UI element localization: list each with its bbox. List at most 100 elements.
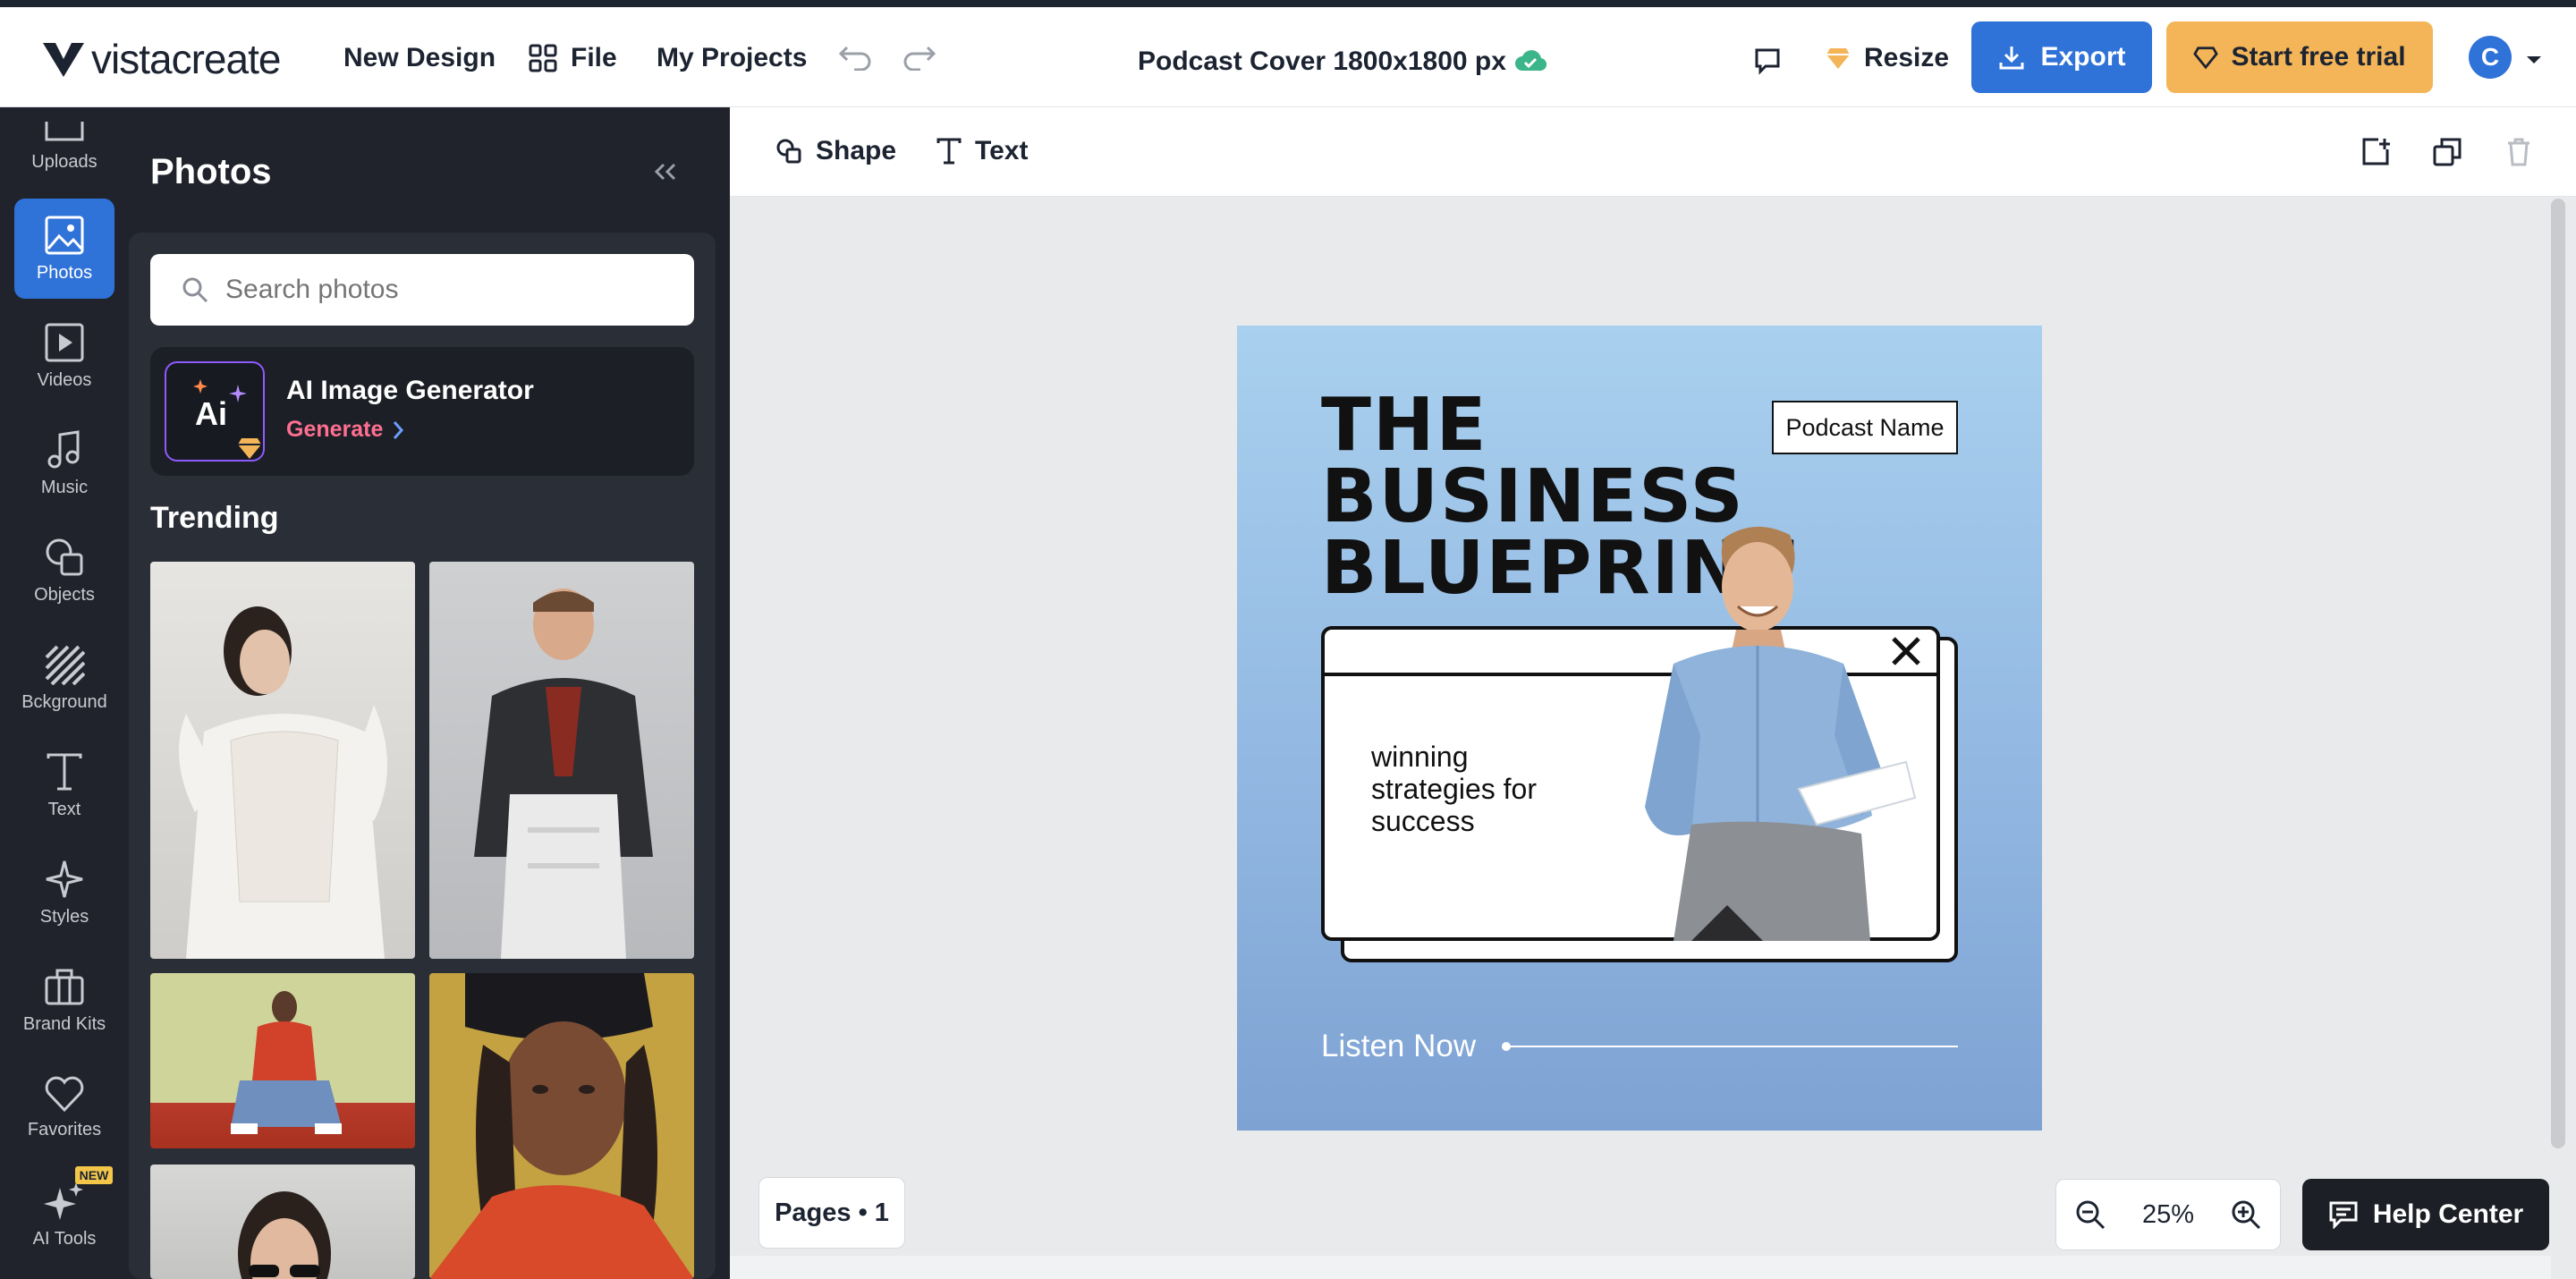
ai-generator-icon: Ai [165,361,265,462]
rail-label: Videos [37,369,92,390]
rail-item-uploads[interactable]: Uploads [14,95,114,195]
video-icon [45,323,84,361]
account-menu-button[interactable] [2521,47,2547,73]
rail-label: Text [47,799,81,819]
trending-heading: Trending [150,501,279,535]
listen-divider-line [1505,1046,1958,1047]
resize-button[interactable]: Resize [1825,43,1949,73]
new-design-label: New Design [343,43,496,72]
text-tool-button[interactable]: Text [936,136,1028,166]
trash-icon [2508,138,2529,166]
photo-thumbnail[interactable] [150,1165,415,1279]
rail-label: Favorites [27,1119,102,1139]
generate-link[interactable]: Generate [286,417,404,443]
rail-label: Styles [39,906,89,927]
woman-white-corset-photo [179,606,387,959]
rail-item-styles[interactable]: Styles [14,843,114,943]
comments-button[interactable] [1748,41,1787,80]
logo-text: vistacreate [91,36,281,82]
generate-label: Generate [286,417,384,442]
search-icon [182,277,208,303]
design-canvas[interactable]: THE BUSINESS BLUEPRINT Podcast Name winn… [1237,326,2042,1131]
redo-button[interactable] [900,38,939,77]
double-chevron-left-icon [654,163,676,181]
resize-label: Resize [1864,43,1950,72]
man-dark-suit-photo [474,589,653,959]
styles-icon [46,860,83,897]
window-top-stripe [0,0,2576,7]
comment-icon [1755,48,1780,75]
rail-item-videos[interactable]: Videos [14,306,114,406]
duplicate-icon [2433,138,2462,166]
listen-now-text[interactable]: Listen Now [1321,1029,1476,1064]
undo-icon [838,46,871,71]
saved-cloud-icon [1513,43,1547,77]
help-center-label: Help Center [2372,1199,2524,1229]
start-free-trial-button[interactable]: Start free trial [2166,21,2433,93]
photo-thumbnail[interactable] [429,973,694,1279]
search-box[interactable] [150,254,694,326]
photo-thumbnail[interactable] [150,562,415,959]
add-page-icon [2362,138,2390,165]
tagline-line: winning [1371,741,1469,773]
podcast-name-box[interactable]: Podcast Name [1772,401,1958,454]
chat-icon [2329,1201,2358,1229]
user-avatar[interactable]: C [2469,36,2512,79]
music-icon [47,429,80,468]
vistacreate-logo[interactable]: vistacreate [41,34,281,84]
chevron-down-icon [2527,56,2541,64]
add-page-button[interactable] [2356,132,2395,172]
photo-thumbnail[interactable] [150,973,415,1148]
pages-button[interactable]: Pages • 1 [758,1177,905,1249]
document-title[interactable]: Podcast Cover 1800x1800 px [1138,47,1506,77]
duplicate-page-button[interactable] [2428,132,2467,172]
undo-button[interactable] [835,38,875,77]
tagline-text[interactable]: winning strategies for success [1371,741,1537,837]
sparkle-icon [44,1182,83,1220]
rail-item-text[interactable]: Text [14,735,114,835]
zoom-in-icon[interactable] [2230,1199,2262,1231]
new-design-menu[interactable]: New Design [343,43,496,73]
title-line: THE [1321,383,1488,468]
rail-item-objects[interactable]: Objects [14,521,114,621]
smiling-man-photo[interactable] [1638,521,1924,941]
rail-item-brand-kits[interactable]: Brand Kits [14,950,114,1050]
horizontal-scroll-track[interactable] [730,1256,2551,1279]
download-icon [1999,47,2024,70]
editor-toolbar: Shape Text [730,107,2576,197]
heart-icon [45,1076,84,1112]
file-label: File [571,43,617,72]
diamond-icon [1826,48,1850,69]
diamond-icon [2193,47,2219,70]
rail-label: Music [40,477,89,497]
rail-item-background[interactable]: Bckground [14,628,114,728]
shape-tool-button[interactable]: Shape [775,136,896,166]
export-button[interactable]: Export [1971,21,2152,93]
zoom-out-icon[interactable] [2074,1199,2106,1231]
ai-image-generator-card[interactable]: Ai AI Image Generator Generate [150,347,694,476]
tagline-line: success [1371,805,1475,837]
rail-item-music[interactable]: Music [14,413,114,513]
trial-label: Start free trial [2231,42,2406,72]
search-photos-input[interactable] [225,275,655,305]
line-start-dot [1502,1042,1511,1051]
sparkle-icon [193,379,208,394]
top-bar: vistacreate New Design File My Projects … [0,7,2576,107]
collapse-panel-button[interactable] [646,154,685,190]
help-center-button[interactable]: Help Center [2302,1179,2549,1250]
text-label: Text [975,136,1029,165]
rail-label: AI Tools [32,1228,97,1249]
rail-item-photos[interactable]: Photos [14,199,114,299]
rail-label: Photos [36,262,93,283]
panel-title: Photos [150,152,272,191]
export-label: Export [2040,42,2126,72]
text-icon [47,753,82,790]
delete-page-button[interactable] [2499,132,2538,172]
photo-thumbnail[interactable] [429,562,694,959]
my-projects-menu[interactable]: My Projects [657,43,807,73]
rail-item-favorites[interactable]: Favorites [14,1057,114,1157]
zoom-level[interactable]: 25% [2142,1200,2194,1230]
vertical-scrollbar[interactable] [2551,199,2565,1148]
file-menu[interactable]: File [528,43,617,73]
woman-red-jacket-sitting-photo [231,991,342,1134]
